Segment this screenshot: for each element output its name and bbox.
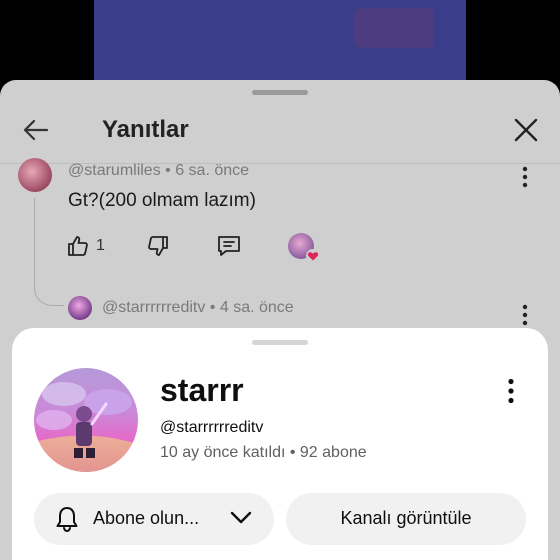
view-channel-button[interactable]: Kanalı görüntüle [286,493,526,545]
subscribe-label: Abone olun... [93,508,200,528]
channel-handle: @starrrrrreditv [160,419,264,436]
chevron-down-icon [230,511,252,524]
channel-stats: 10 ay önce katıldı • 92 abone [160,444,367,461]
replies-drag-handle[interactable] [252,90,308,95]
comment-author-avatar[interactable] [18,158,52,192]
comment-meta: @starumliles • 6 sa. önce [68,162,250,179]
back-button[interactable] [20,114,52,146]
video-frame-highlight [354,8,434,48]
thread-connector [34,276,64,306]
sheet-drag-handle[interactable] [252,340,308,345]
subscribe-button[interactable]: Abone olun... [34,493,274,545]
screen: Yanıtlar @starumliles • 6 sa. önce Gt?(2… [0,0,560,560]
creator-heart[interactable] [288,230,320,263]
thumb-up-icon [68,236,88,256]
channel-more-button[interactable] [507,378,515,404]
dislike-button[interactable] [146,230,170,262]
view-channel-label: Kanalı görüntüle [340,508,472,528]
channel-name: starrr [160,372,244,408]
heart-icon [306,249,320,263]
channel-avatar[interactable] [34,368,138,472]
channel-sheet: starrr @starrrrrreditv 10 ay önce katıld… [12,328,548,560]
replies-title: Yanıtlar [102,116,189,143]
reply-meta: @starrrrrreditv • 4 sa. önce [102,299,294,316]
bell-icon [56,507,78,533]
more-vert-icon [522,166,528,188]
more-vert-icon [522,304,528,326]
comment-text: Gt?(200 olmam lazım) [68,190,256,211]
like-count: 1 [96,237,105,254]
reply-button[interactable] [216,230,242,262]
reply-author-avatar[interactable] [68,296,92,320]
replies-header: Yanıtlar [0,100,560,164]
close-icon [514,118,538,142]
creator-avatar [288,233,320,263]
avatar-artwork [34,382,138,472]
comment-icon [218,236,240,256]
more-vert-icon [508,378,514,404]
arrow-left-icon [23,119,49,141]
close-button[interactable] [512,116,540,144]
like-button[interactable]: 1 [66,230,105,262]
thumb-down-icon [148,236,168,256]
video-player[interactable] [94,0,466,82]
thread-line [34,198,35,278]
comment-more-button[interactable] [521,166,529,188]
reply-more-button[interactable] [521,304,529,326]
